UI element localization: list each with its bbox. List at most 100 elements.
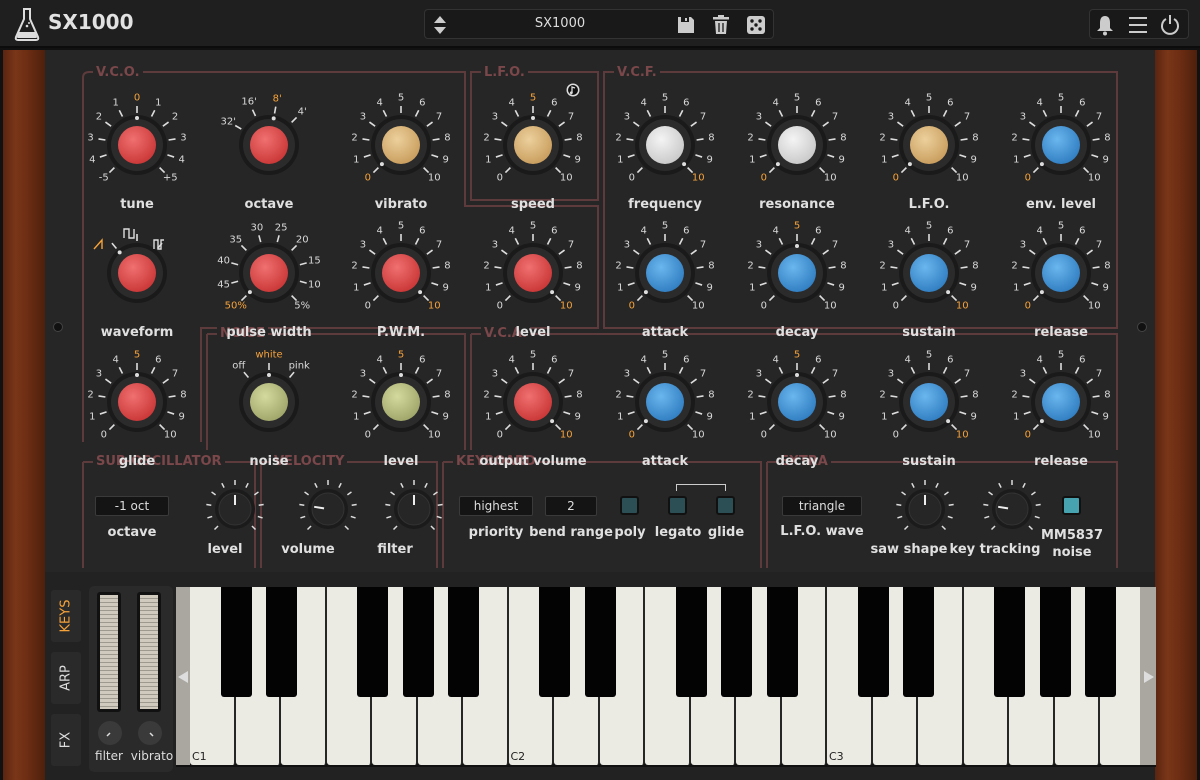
up-down-arrows-icon[interactable]: [431, 13, 449, 37]
poly-toggle[interactable]: [620, 496, 639, 515]
preset-selector[interactable]: SX1000: [424, 9, 774, 39]
vco-pulse-width-knob[interactable]: 50% 45 40 35 30 25 20 15 10 5% pulse width: [204, 217, 334, 347]
black-key[interactable]: [448, 587, 479, 697]
black-key[interactable]: [766, 587, 798, 697]
tick-mark: [678, 237, 684, 245]
scale-label: 7: [435, 111, 443, 123]
vca-output-volume-knob[interactable]: 0 1 2 3 4 5 6 7 8 9 10 output volume: [468, 346, 598, 476]
vco-pwm-knob[interactable]: 0 1 2 3 4 5 6 7 8 9 10 P.W.M.: [336, 217, 466, 347]
scale-label: 3: [887, 111, 895, 123]
trash-icon[interactable]: [710, 14, 732, 36]
black-key[interactable]: [1085, 587, 1116, 697]
lfo-wave-select[interactable]: triangle: [782, 496, 862, 516]
tab-keys[interactable]: KEYS: [51, 590, 81, 642]
vcf-release-knob[interactable]: 0 1 2 3 4 5 6 7 8 9 10 release: [996, 217, 1126, 347]
hamburger-menu-icon[interactable]: [1127, 14, 1149, 36]
vibrato-wheel-knob[interactable]: [137, 720, 163, 746]
value-indicator: [643, 419, 648, 424]
vcf-resonance-label: resonance: [759, 197, 835, 212]
black-key[interactable]: [357, 587, 388, 697]
vco-waveform-dial[interactable]: [72, 217, 202, 327]
vco-glide-knob[interactable]: 0 1 2 3 4 5 6 7 8 9 10 glide: [72, 346, 202, 476]
velocity-filter-label: filter: [377, 542, 413, 557]
scale-label: 8: [708, 389, 715, 401]
tick-mark: [990, 525, 996, 531]
mod-wheel[interactable]: [137, 592, 161, 712]
bell-icon[interactable]: [1094, 14, 1116, 36]
saw-wave-icon: [93, 238, 103, 250]
dice-icon[interactable]: [745, 14, 767, 36]
tick-mark: [306, 525, 312, 531]
vcf-frequency-knob[interactable]: 0 1 2 3 4 5 6 7 8 9 10 frequency: [600, 89, 730, 219]
scale-label: 7: [699, 368, 707, 380]
filter-wheel-knob[interactable]: [97, 720, 123, 746]
vca-sustain-knob[interactable]: 0 1 2 3 4 5 6 7 8 9 10 sustain: [864, 346, 994, 476]
noise-type-knob[interactable]: off white pink noise: [204, 346, 334, 476]
noise-level-knob[interactable]: 0 1 2 3 4 5 6 7 8 9 10 level: [336, 346, 466, 476]
section-title-vco: V.C.O.: [93, 66, 143, 80]
black-key[interactable]: [1039, 587, 1071, 697]
vca-release-knob[interactable]: 0 1 2 3 4 5 6 7 8 9 10 release: [996, 346, 1126, 476]
floppy-disk-icon[interactable]: [675, 14, 697, 36]
scale-label: 8: [708, 132, 715, 144]
scale-label: 9: [442, 282, 449, 294]
vco-vibrato-knob[interactable]: 0 1 2 3 4 5 6 7 8 9 10 vibrato: [336, 89, 466, 219]
priority-select[interactable]: highest: [459, 496, 533, 516]
scale-label: 1: [485, 282, 492, 294]
mm5837-noise-toggle[interactable]: [1062, 496, 1081, 515]
tick-mark: [911, 482, 915, 488]
bend-range-field[interactable]: 2: [545, 496, 597, 516]
vco-waveform-knob[interactable]: waveform: [72, 217, 202, 347]
vcf-attack-knob[interactable]: 0 1 2 3 4 5 6 7 8 9 10 attack: [600, 217, 730, 347]
vco-tune-knob[interactable]: -5 4 3 2 1 0 1 2 3 4 +5 tune: [72, 89, 202, 219]
vco-octave-knob[interactable]: 32' 16' 8' 4' octave: [204, 89, 334, 219]
scale-label: 10: [559, 300, 573, 312]
vcf-lfo-label: L.F.O.: [908, 197, 950, 212]
black-key[interactable]: [220, 587, 252, 697]
black-key[interactable]: [584, 587, 616, 697]
preset-name[interactable]: SX1000: [485, 16, 635, 31]
black-key[interactable]: [402, 587, 434, 697]
tick-mark: [910, 109, 916, 117]
velocity-volume-label: volume: [281, 542, 335, 557]
glide-toggle[interactable]: [716, 496, 735, 515]
vco-level-knob[interactable]: 0 1 2 3 4 5 6 7 8 9 10 level: [468, 217, 598, 347]
scale-label: 0: [892, 172, 899, 184]
scroll-left-button[interactable]: [176, 587, 190, 765]
pitch-wheel[interactable]: [97, 592, 121, 712]
scale-label: 7: [567, 239, 575, 251]
black-key[interactable]: [539, 587, 570, 697]
black-key[interactable]: [857, 587, 889, 697]
vcf-sustain-knob[interactable]: 0 1 2 3 4 5 6 7 8 9 10 sustain: [864, 217, 994, 347]
scroll-right-button[interactable]: [1140, 587, 1156, 765]
scale-label: 7: [1095, 111, 1103, 123]
vca-decay-knob[interactable]: 0 1 2 3 4 5 6 7 8 9 10 decay: [732, 346, 862, 476]
vcf-env-level-knob[interactable]: 0 1 2 3 4 5 6 7 8 9 10 env. level: [996, 89, 1126, 219]
scale-label: 9: [1102, 282, 1109, 294]
vcf-lfo-knob[interactable]: 0 1 2 3 4 5 6 7 8 9 10 L.F.O.: [864, 89, 994, 219]
black-key[interactable]: [721, 587, 752, 697]
scale-label: 6: [419, 97, 426, 109]
vca-attack-knob[interactable]: 0 1 2 3 4 5 6 7 8 9 10 attack: [600, 346, 730, 476]
lfo-speed-knob[interactable]: 0 1 2 3 4 5 6 7 8 9 10 speed: [468, 89, 598, 219]
sub-octave-select[interactable]: -1 oct: [95, 496, 169, 516]
scale-label: 8: [576, 132, 583, 144]
power-icon[interactable]: [1159, 14, 1181, 36]
black-key[interactable]: [675, 587, 707, 697]
scale-label: 3: [87, 132, 94, 144]
tick-mark: [243, 371, 250, 379]
scale-label: 9: [970, 154, 977, 166]
vcf-resonance-knob[interactable]: 0 1 2 3 4 5 6 7 8 9 10 resonance: [732, 89, 862, 219]
black-key[interactable]: [266, 587, 297, 697]
legato-toggle[interactable]: [668, 496, 687, 515]
black-key[interactable]: [994, 587, 1025, 697]
top-bar: SX1000 SX1000: [0, 0, 1200, 48]
vcf-decay-knob[interactable]: 0 1 2 3 4 5 6 7 8 9 10 decay: [732, 217, 862, 347]
black-key[interactable]: [903, 587, 934, 697]
tab-arp[interactable]: ARP: [51, 652, 81, 704]
tick-mark: [436, 515, 442, 519]
tick-mark: [414, 366, 420, 374]
tick-mark: [1034, 515, 1040, 519]
tick-mark: [206, 503, 212, 506]
tab-fx[interactable]: FX: [51, 714, 81, 766]
